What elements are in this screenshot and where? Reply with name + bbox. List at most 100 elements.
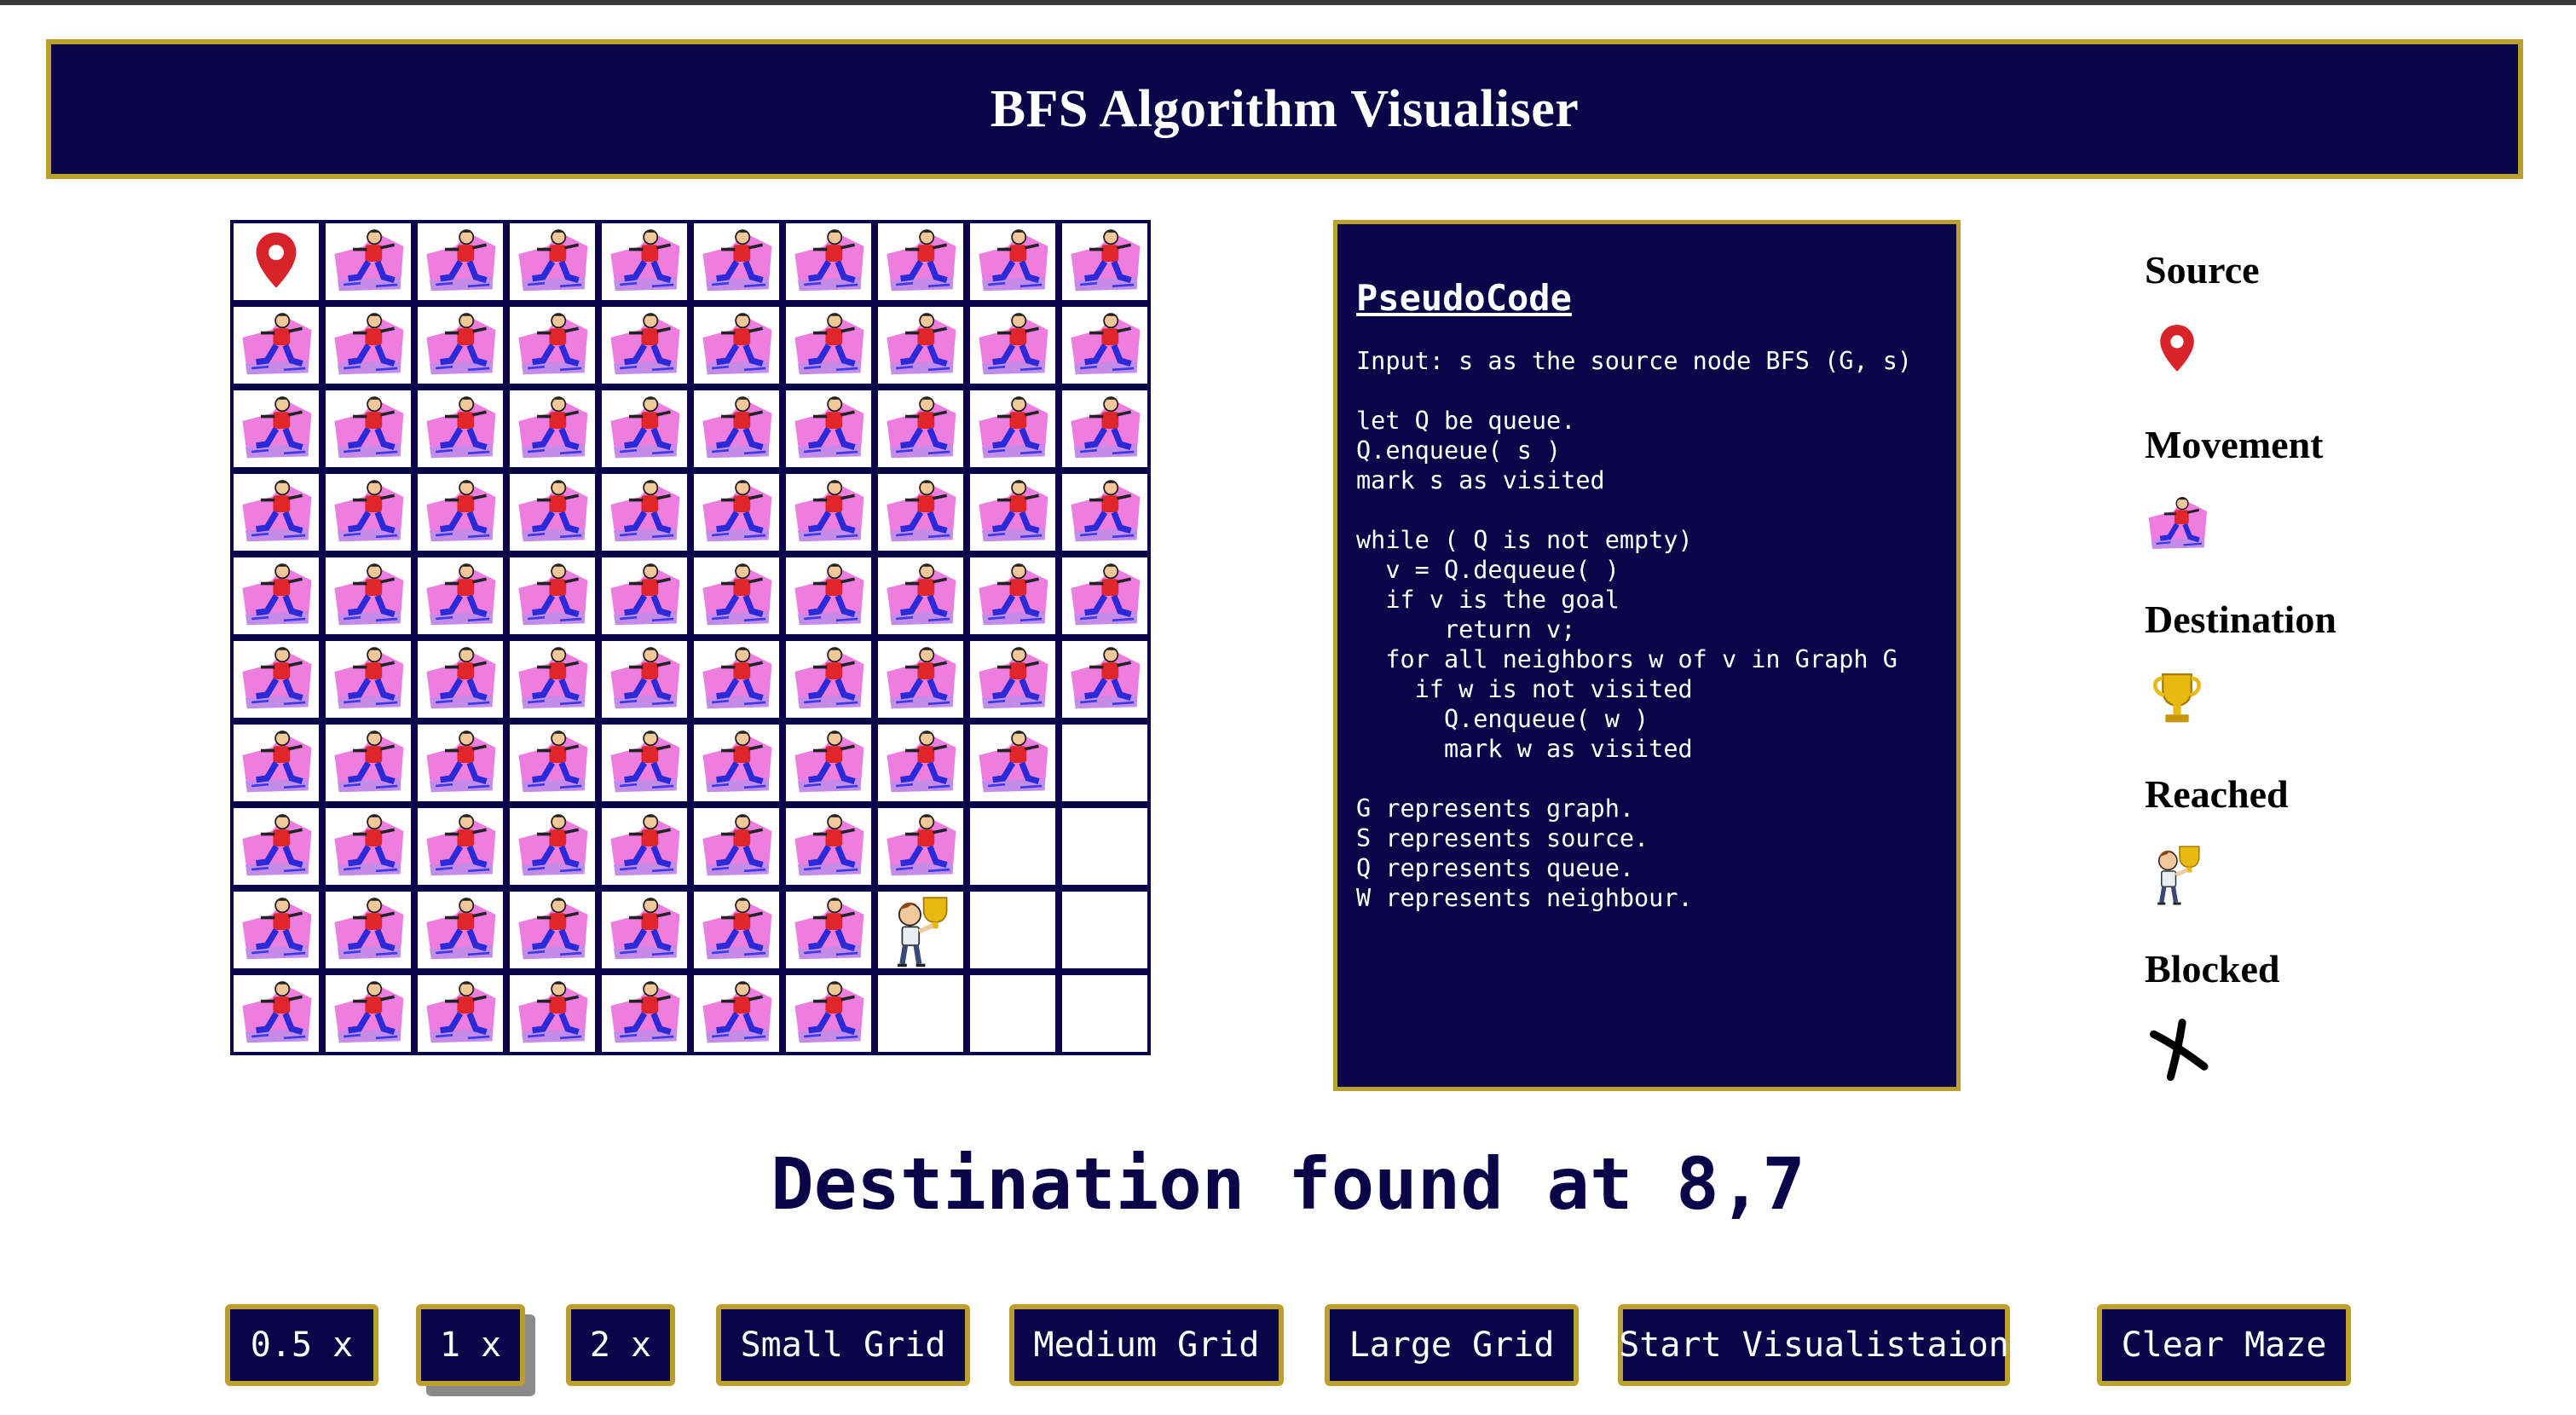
grid-cell-visited[interactable] [418, 307, 503, 384]
speed-2x-button[interactable]: 2 x [566, 1304, 675, 1386]
grid-cell-visited[interactable] [418, 641, 503, 718]
grid-cell-empty[interactable] [1062, 892, 1147, 968]
grid-cell-visited[interactable] [510, 892, 595, 968]
speed-half-button[interactable]: 0.5 x [225, 1304, 378, 1386]
grid-cell-visited[interactable] [602, 808, 687, 885]
grid-cell-visited[interactable] [418, 892, 503, 968]
grid-cell-visited[interactable] [694, 307, 779, 384]
grid-cell-visited[interactable] [602, 223, 687, 300]
grid-cell-visited[interactable] [602, 390, 687, 467]
grid-cell-visited[interactable] [878, 307, 963, 384]
grid-cell-visited[interactable] [878, 390, 963, 467]
grid-cell-visited[interactable] [878, 223, 963, 300]
grid-cell-visited[interactable] [326, 223, 411, 300]
grid-cell-visited[interactable] [1062, 390, 1147, 467]
grid-cell-visited[interactable] [510, 390, 595, 467]
small-grid-button[interactable]: Small Grid [716, 1304, 970, 1386]
grid-cell-visited[interactable] [694, 474, 779, 551]
grid-cell-visited[interactable] [418, 808, 503, 885]
grid-cell-visited[interactable] [878, 557, 963, 634]
grid-cell-visited[interactable] [602, 474, 687, 551]
grid-cell-visited[interactable] [970, 390, 1055, 467]
grid-cell-visited[interactable] [970, 641, 1055, 718]
grid-cell-visited[interactable] [510, 557, 595, 634]
grid-cell-visited[interactable] [234, 892, 319, 968]
grid-cell-visited[interactable] [326, 892, 411, 968]
grid-cell-visited[interactable] [970, 474, 1055, 551]
grid-cell-visited[interactable] [234, 641, 319, 718]
grid-cell-empty[interactable] [1062, 725, 1147, 801]
grid-cell-visited[interactable] [510, 808, 595, 885]
grid-cell-reached[interactable] [878, 892, 963, 968]
grid-cell-visited[interactable] [878, 641, 963, 718]
maze-grid[interactable] [230, 220, 1151, 1055]
grid-cell-empty[interactable] [1062, 975, 1147, 1052]
grid-cell-visited[interactable] [786, 223, 871, 300]
grid-cell-visited[interactable] [786, 641, 871, 718]
grid-cell-visited[interactable] [694, 390, 779, 467]
grid-cell-visited[interactable] [694, 641, 779, 718]
grid-cell-visited[interactable] [418, 390, 503, 467]
grid-cell-visited[interactable] [1062, 641, 1147, 718]
grid-cell-visited[interactable] [786, 474, 871, 551]
grid-cell-visited[interactable] [234, 307, 319, 384]
grid-cell-visited[interactable] [326, 975, 411, 1052]
grid-cell-visited[interactable] [694, 808, 779, 885]
grid-cell-visited[interactable] [510, 307, 595, 384]
grid-cell-visited[interactable] [326, 808, 411, 885]
grid-cell-visited[interactable] [1062, 474, 1147, 551]
grid-cell-visited[interactable] [786, 808, 871, 885]
grid-cell-visited[interactable] [694, 557, 779, 634]
medium-grid-button[interactable]: Medium Grid [1009, 1304, 1284, 1386]
grid-cell-visited[interactable] [326, 307, 411, 384]
grid-cell-visited[interactable] [602, 557, 687, 634]
grid-cell-visited[interactable] [602, 975, 687, 1052]
grid-cell-empty[interactable] [970, 808, 1055, 885]
speed-1x-button[interactable]: 1 x [416, 1304, 525, 1386]
grid-cell-visited[interactable] [510, 223, 595, 300]
grid-cell-visited[interactable] [418, 725, 503, 801]
grid-cell-visited[interactable] [418, 557, 503, 634]
grid-cell-visited[interactable] [602, 307, 687, 384]
grid-cell-visited[interactable] [326, 557, 411, 634]
grid-cell-visited[interactable] [326, 641, 411, 718]
large-grid-button[interactable]: Large Grid [1325, 1304, 1579, 1386]
grid-cell-visited[interactable] [418, 474, 503, 551]
grid-cell-visited[interactable] [510, 975, 595, 1052]
grid-cell-visited[interactable] [234, 390, 319, 467]
grid-cell-empty[interactable] [1062, 808, 1147, 885]
grid-cell-visited[interactable] [234, 557, 319, 634]
grid-cell-visited[interactable] [326, 474, 411, 551]
grid-cell-empty[interactable] [970, 975, 1055, 1052]
grid-cell-visited[interactable] [970, 307, 1055, 384]
grid-cell-visited[interactable] [326, 725, 411, 801]
grid-cell-visited[interactable] [234, 474, 319, 551]
grid-cell-visited[interactable] [694, 223, 779, 300]
grid-cell-visited[interactable] [786, 390, 871, 467]
grid-cell-visited[interactable] [510, 474, 595, 551]
grid-cell-source[interactable] [234, 223, 319, 300]
grid-cell-visited[interactable] [786, 557, 871, 634]
grid-cell-visited[interactable] [1062, 307, 1147, 384]
grid-cell-visited[interactable] [786, 725, 871, 801]
grid-cell-visited[interactable] [970, 557, 1055, 634]
grid-cell-visited[interactable] [510, 725, 595, 801]
grid-cell-visited[interactable] [970, 725, 1055, 801]
grid-cell-visited[interactable] [326, 390, 411, 467]
grid-cell-visited[interactable] [602, 725, 687, 801]
grid-cell-visited[interactable] [1062, 223, 1147, 300]
grid-cell-visited[interactable] [418, 223, 503, 300]
grid-cell-visited[interactable] [234, 725, 319, 801]
grid-cell-visited[interactable] [418, 975, 503, 1052]
grid-cell-visited[interactable] [970, 223, 1055, 300]
grid-cell-visited[interactable] [1062, 557, 1147, 634]
grid-cell-empty[interactable] [970, 892, 1055, 968]
grid-cell-visited[interactable] [786, 975, 871, 1052]
grid-cell-visited[interactable] [878, 725, 963, 801]
grid-cell-visited[interactable] [510, 641, 595, 718]
grid-cell-visited[interactable] [234, 808, 319, 885]
grid-cell-visited[interactable] [878, 474, 963, 551]
grid-cell-visited[interactable] [694, 892, 779, 968]
grid-cell-visited[interactable] [878, 808, 963, 885]
grid-cell-visited[interactable] [694, 725, 779, 801]
